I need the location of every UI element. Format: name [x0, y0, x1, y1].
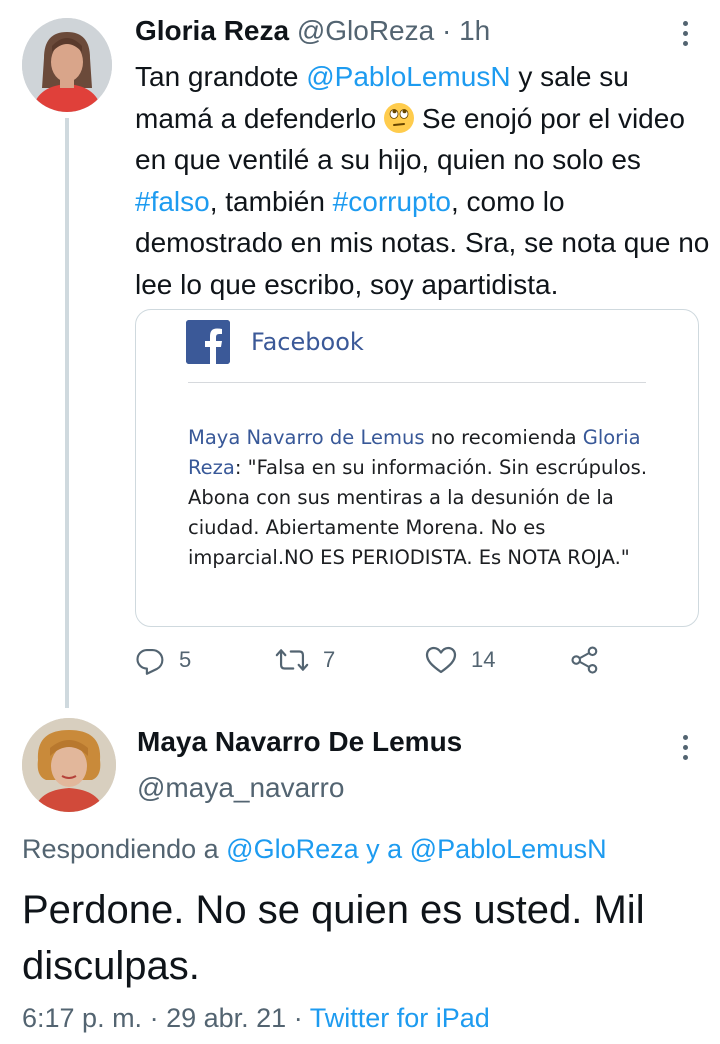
- author-handle[interactable]: @GloReza: [297, 15, 434, 46]
- meta-separator: ·: [142, 1003, 167, 1033]
- retweet-count: 7: [323, 647, 336, 672]
- face-with-rolling-eyes-emoji: [384, 102, 415, 133]
- replying-to-mention[interactable]: @PabloLemusN: [410, 834, 607, 864]
- tweet-metadata: 6:17 p. m. · 29 abr. 21 · Twitter for iP…: [22, 1003, 490, 1034]
- thread-connector-line: [65, 118, 69, 708]
- reply-button[interactable]: 5: [135, 642, 191, 678]
- more-vertical-icon[interactable]: [681, 21, 689, 46]
- reply-text: Perdone. No se quien es usted. Mil discu…: [22, 888, 645, 988]
- tweet-text-part: , también: [209, 185, 333, 217]
- replying-label: Respondiendo a: [22, 834, 227, 864]
- meta-separator: ·: [286, 1003, 310, 1033]
- share-icon: [571, 646, 598, 674]
- header-separator: ·: [442, 15, 452, 46]
- reply-author-name[interactable]: Maya Navarro De Lemus: [137, 726, 462, 758]
- avatar-gloria-reza[interactable]: [22, 18, 112, 112]
- review-verb: no recomienda: [424, 426, 583, 449]
- mention-link[interactable]: @PabloLemusN: [306, 61, 510, 92]
- retweet-button[interactable]: 7: [275, 642, 335, 678]
- facebook-title: Facebook: [251, 328, 364, 356]
- retweet-icon: [275, 649, 309, 671]
- hashtag-link[interactable]: #corrupto: [333, 186, 451, 217]
- tweet-text-part: Tan grandote: [135, 61, 307, 92]
- avatar-maya-navarro[interactable]: [22, 718, 116, 812]
- tweet-time[interactable]: 6:17 p. m.: [22, 1003, 142, 1033]
- like-icon: [425, 646, 457, 674]
- review-author-link: Maya Navarro de Lemus: [188, 426, 425, 449]
- review-quote: : "Falsa en su información. Sin escrúpul…: [188, 456, 648, 569]
- tweet-text: Tan grandote @PabloLemusN y sale su mamá…: [135, 56, 710, 305]
- hashtag-link[interactable]: #falso: [135, 186, 210, 217]
- reply-count: 5: [179, 647, 192, 672]
- replying-and: y a: [358, 834, 410, 864]
- attached-image-card[interactable]: Facebook Maya Navarro de Lemus no recomi…: [135, 309, 699, 627]
- tweet-header: Gloria Reza @GloReza · 1h: [135, 14, 490, 48]
- card-divider: [188, 382, 646, 383]
- like-count: 14: [471, 647, 496, 672]
- more-vertical-icon[interactable]: [681, 735, 689, 760]
- tweet-date[interactable]: 29 abr. 21: [166, 1003, 286, 1033]
- client-link[interactable]: Twitter for iPad: [310, 1003, 490, 1033]
- tweet-action-bar: 5 7 14: [135, 642, 615, 682]
- tweet-time-ago[interactable]: 1h: [459, 15, 490, 46]
- replying-to-mention[interactable]: @GloReza: [226, 834, 358, 864]
- replying-to-line: Respondiendo a @GloReza y a @PabloLemusN: [22, 834, 607, 865]
- facebook-review-text: Maya Navarro de Lemus no recomienda Glor…: [188, 423, 658, 573]
- facebook-logo-icon: [186, 320, 230, 364]
- like-button[interactable]: 14: [425, 642, 495, 678]
- reply-icon: [136, 648, 164, 675]
- author-name[interactable]: Gloria Reza: [135, 15, 289, 46]
- share-button[interactable]: [570, 642, 600, 678]
- reply-author-handle[interactable]: @maya_navarro: [137, 772, 344, 804]
